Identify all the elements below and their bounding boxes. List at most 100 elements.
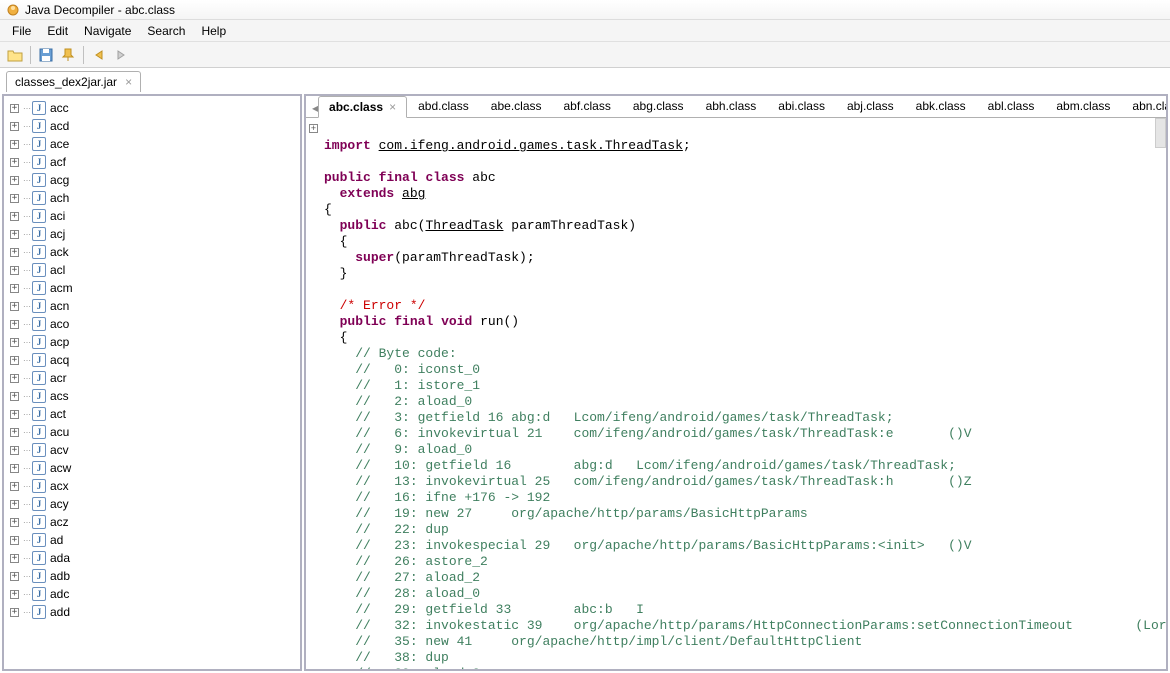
back-button[interactable] xyxy=(88,44,110,66)
expand-icon[interactable]: + xyxy=(10,248,19,257)
menu-help[interactable]: Help xyxy=(193,21,234,41)
expand-icon[interactable]: + xyxy=(10,500,19,509)
tree-item[interactable]: +⋯Jacv xyxy=(4,441,300,459)
menu-edit[interactable]: Edit xyxy=(39,21,76,41)
expand-icon[interactable]: + xyxy=(10,122,19,131)
expand-icon[interactable]: + xyxy=(10,356,19,365)
editor-tab-label: abk.class xyxy=(916,99,966,113)
tree-item-label: acv xyxy=(50,443,69,457)
expand-icon[interactable]: + xyxy=(10,482,19,491)
editor-tab[interactable]: abi.class xyxy=(767,95,836,117)
tree-item[interactable]: +⋯Jace xyxy=(4,135,300,153)
close-icon[interactable]: × xyxy=(125,75,132,89)
editor-tab[interactable]: abd.class xyxy=(407,95,480,117)
expand-icon[interactable]: + xyxy=(10,392,19,401)
tree-item-label: acj xyxy=(50,227,65,241)
expand-icon[interactable]: + xyxy=(10,518,19,527)
expand-icon[interactable]: + xyxy=(10,284,19,293)
fold-icon[interactable]: + xyxy=(309,124,318,133)
expand-icon[interactable]: + xyxy=(10,302,19,311)
tree-item[interactable]: +⋯Jack xyxy=(4,243,300,261)
tree-item[interactable]: +⋯Jacs xyxy=(4,387,300,405)
tree-item[interactable]: +⋯Jaco xyxy=(4,315,300,333)
editor-tab[interactable]: abn.class xyxy=(1121,95,1168,117)
editor-tab[interactable]: abl.class xyxy=(977,95,1046,117)
expand-icon[interactable]: + xyxy=(10,266,19,275)
tree-item[interactable]: +⋯Jacg xyxy=(4,171,300,189)
editor-tab[interactable]: abe.class xyxy=(480,95,553,117)
expand-icon[interactable]: + xyxy=(10,608,19,617)
editor-tab[interactable]: abg.class xyxy=(622,95,695,117)
tree-item[interactable]: +⋯Jadb xyxy=(4,567,300,585)
tree-item[interactable]: +⋯Jacd xyxy=(4,117,300,135)
expand-icon[interactable]: + xyxy=(10,212,19,221)
expand-icon[interactable]: + xyxy=(10,230,19,239)
menu-file[interactable]: File xyxy=(4,21,39,41)
expand-icon[interactable]: + xyxy=(10,590,19,599)
code-area[interactable]: +import com.ifeng.android.games.task.Thr… xyxy=(306,118,1166,669)
editor-tab[interactable]: abh.class xyxy=(695,95,768,117)
editor-tab[interactable]: abc.class× xyxy=(318,96,407,118)
expand-icon[interactable]: + xyxy=(10,410,19,419)
tree-item[interactable]: +⋯Jacn xyxy=(4,297,300,315)
tree-item[interactable]: +⋯Jacm xyxy=(4,279,300,297)
save-all-button[interactable] xyxy=(57,44,79,66)
editor-tab[interactable]: abk.class xyxy=(905,95,977,117)
app-icon xyxy=(6,3,20,17)
forward-button[interactable] xyxy=(110,44,132,66)
tree-item[interactable]: +⋯Jacj xyxy=(4,225,300,243)
tree-item[interactable]: +⋯Jad xyxy=(4,531,300,549)
expand-icon[interactable]: + xyxy=(10,176,19,185)
open-file-button[interactable] xyxy=(4,44,26,66)
tree-item[interactable]: +⋯Jacl xyxy=(4,261,300,279)
close-icon[interactable]: × xyxy=(389,100,396,114)
tree-item[interactable]: +⋯Jacp xyxy=(4,333,300,351)
expand-icon[interactable]: + xyxy=(10,140,19,149)
arrow-left-icon xyxy=(92,48,106,62)
java-file-icon: J xyxy=(32,479,46,493)
tree-item[interactable]: +⋯Jacw xyxy=(4,459,300,477)
tree-item[interactable]: +⋯Jacx xyxy=(4,477,300,495)
expand-icon[interactable]: + xyxy=(10,572,19,581)
tree-item-label: ach xyxy=(50,191,69,205)
tree-item-label: acc xyxy=(50,101,69,115)
save-button[interactable] xyxy=(35,44,57,66)
expand-icon[interactable]: + xyxy=(10,464,19,473)
tree-dots: ⋯ xyxy=(23,464,30,473)
tree-item[interactable]: +⋯Jact xyxy=(4,405,300,423)
tree-item[interactable]: +⋯Jadd xyxy=(4,603,300,621)
tree-item[interactable]: +⋯Jacc xyxy=(4,99,300,117)
tree-item[interactable]: +⋯Jacz xyxy=(4,513,300,531)
tree-item[interactable]: +⋯Jacu xyxy=(4,423,300,441)
tree-item[interactable]: +⋯Jada xyxy=(4,549,300,567)
expand-icon[interactable]: + xyxy=(10,428,19,437)
menu-navigate[interactable]: Navigate xyxy=(76,21,139,41)
tree-item[interactable]: +⋯Jacr xyxy=(4,369,300,387)
expand-icon[interactable]: + xyxy=(10,338,19,347)
tree-item[interactable]: +⋯Jach xyxy=(4,189,300,207)
expand-icon[interactable]: + xyxy=(10,194,19,203)
editor-tab[interactable]: abf.class xyxy=(553,95,622,117)
tree-dots: ⋯ xyxy=(23,302,30,311)
expand-icon[interactable]: + xyxy=(10,554,19,563)
tree-item[interactable]: +⋯Jaci xyxy=(4,207,300,225)
expand-icon[interactable]: + xyxy=(10,158,19,167)
expand-icon[interactable]: + xyxy=(10,104,19,113)
expand-icon[interactable]: + xyxy=(10,374,19,383)
editor-tab[interactable]: abj.class xyxy=(836,95,905,117)
expand-icon[interactable]: + xyxy=(10,320,19,329)
tree-dots: ⋯ xyxy=(23,140,30,149)
tree-item[interactable]: +⋯Jacy xyxy=(4,495,300,513)
expand-icon[interactable]: + xyxy=(10,536,19,545)
editor-tab[interactable]: abm.class xyxy=(1045,95,1121,117)
java-file-icon: J xyxy=(32,371,46,385)
tree-item[interactable]: +⋯Jacf xyxy=(4,153,300,171)
expand-icon[interactable]: + xyxy=(10,446,19,455)
tree-dots: ⋯ xyxy=(23,176,30,185)
tree-item-label: acu xyxy=(50,425,69,439)
menu-search[interactable]: Search xyxy=(139,21,193,41)
tree-item[interactable]: +⋯Jadc xyxy=(4,585,300,603)
file-tab[interactable]: classes_dex2jar.jar × xyxy=(6,71,141,92)
java-file-icon: J xyxy=(32,281,46,295)
tree-item[interactable]: +⋯Jacq xyxy=(4,351,300,369)
